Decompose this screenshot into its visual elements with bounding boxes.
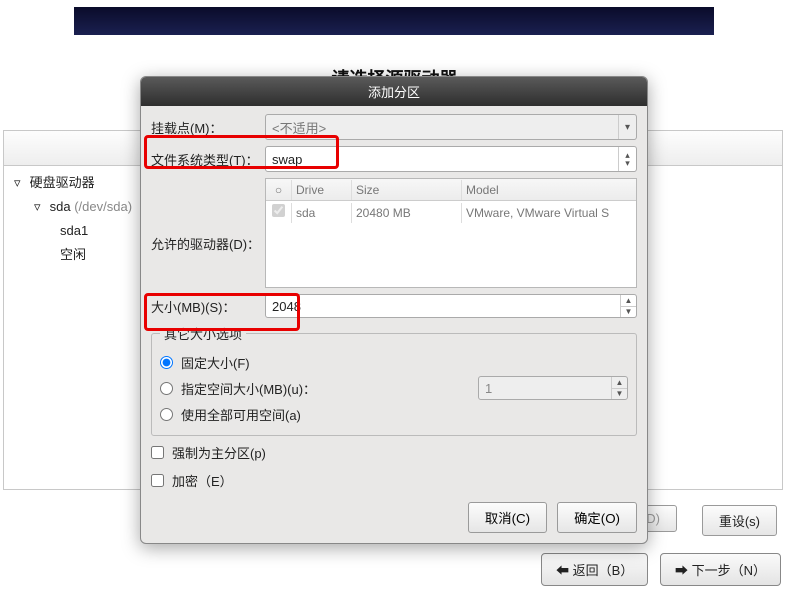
radio-all-label: 使用全部可用空间(a): [181, 405, 301, 424]
chevron-down-icon: ▿: [14, 171, 26, 195]
col-drive: Drive: [292, 180, 352, 200]
fs-type-combo[interactable]: swap ▴▾: [265, 146, 637, 172]
fill-upto-spinner: 1 ▲▼: [478, 376, 628, 400]
tree-partition-sda1[interactable]: sda1: [14, 219, 132, 243]
drive-table-header: ○ Drive Size Model: [266, 179, 636, 201]
nav-buttons: ⬅ 返回（B） ➡ 下一步（N）: [533, 553, 781, 586]
device-tree: ▿ 硬盘驱动器 ▿ sda (/dev/sda) sda1 空闲: [14, 171, 132, 267]
drive-checkbox: [272, 204, 285, 217]
spinner-buttons[interactable]: ▲▼: [620, 295, 636, 317]
allowed-drives-table[interactable]: ○ Drive Size Model sda 20480 MB VMware, …: [265, 178, 637, 288]
table-row[interactable]: sda 20480 MB VMware, VMware Virtual S: [266, 201, 636, 225]
size-mb-spinner[interactable]: 2048 ▲▼: [265, 294, 637, 318]
force-primary-checkbox[interactable]: [151, 446, 164, 459]
radio-upto-label: 指定空间大小(MB)(u)：: [181, 379, 316, 398]
fs-type-label: 文件系统类型(T)：: [151, 150, 265, 169]
arrow-left-icon: ⬅: [556, 563, 569, 578]
next-button[interactable]: ➡ 下一步（N）: [660, 553, 781, 586]
mount-point-label: 挂载点(M)：: [151, 118, 265, 137]
size-options-legend: 其它大小选项: [160, 324, 246, 343]
chevron-down-icon: ▿: [34, 195, 46, 219]
radio-all-space[interactable]: [160, 408, 173, 421]
cancel-button[interactable]: 取消(C): [468, 502, 547, 533]
chevron-down-icon: ▾: [618, 115, 636, 139]
back-button[interactable]: ⬅ 返回（B）: [541, 553, 648, 586]
select-all-icon[interactable]: ○: [266, 180, 292, 200]
tree-free-space[interactable]: 空闲: [14, 243, 132, 267]
encrypt-checkbox[interactable]: [151, 474, 164, 487]
tree-hard-drives[interactable]: ▿ 硬盘驱动器: [14, 171, 132, 195]
ok-button[interactable]: 确定(O): [557, 502, 637, 533]
spinner-buttons: ▲▼: [611, 377, 627, 399]
reset-button[interactable]: 重设(s): [702, 505, 777, 536]
updown-icon: ▴▾: [618, 147, 636, 171]
additional-size-options: 其它大小选项 固定大小(F) 指定空间大小(MB)(u)： 1 ▲▼ 使用全部可…: [151, 324, 637, 436]
add-partition-dialog: 添加分区 挂载点(M)： <不适用> ▾ 文件系统类型(T)： swap ▴▾ …: [140, 76, 648, 544]
allowed-drives-label: 允许的驱动器(D)：: [151, 178, 265, 253]
radio-fill-upto[interactable]: [160, 382, 173, 395]
installer-step-bar: [74, 7, 714, 35]
radio-fixed-size[interactable]: [160, 356, 173, 369]
size-mb-label: 大小(MB)(S)：: [151, 297, 265, 316]
force-primary-label: 强制为主分区(p): [172, 443, 266, 462]
col-size: Size: [352, 180, 462, 200]
encrypt-label: 加密（E）: [172, 471, 233, 490]
dialog-title: 添加分区: [141, 77, 647, 106]
arrow-right-icon: ➡: [675, 563, 688, 578]
radio-fixed-label: 固定大小(F): [181, 353, 250, 372]
col-model: Model: [462, 180, 636, 200]
tree-disk-sda[interactable]: ▿ sda (/dev/sda): [14, 195, 132, 219]
mount-point-combo: <不适用> ▾: [265, 114, 637, 140]
